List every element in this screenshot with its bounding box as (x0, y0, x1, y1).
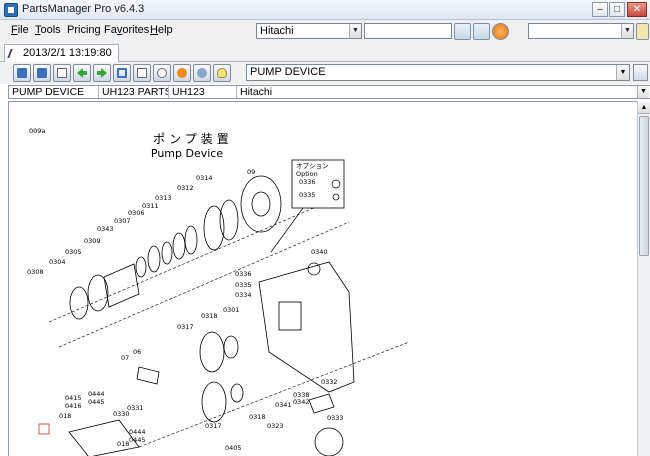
minimize-button[interactable]: – (592, 2, 608, 17)
settings-icon[interactable] (193, 64, 211, 82)
breadcrumb[interactable]: PUMP DEVICE UH123 PARTS UH123 Hitachi ▼ (8, 85, 650, 99)
callout-label[interactable]: 0318 (201, 312, 218, 320)
menu-help[interactable]: Help (150, 24, 173, 36)
callout-label[interactable]: 0318 (249, 413, 266, 421)
breadcrumb-item[interactable]: Hitachi (237, 86, 635, 98)
callout-label[interactable]: 0445 (129, 436, 146, 444)
menu-file[interactable]: File (11, 24, 29, 36)
document-select-value: PUMP DEVICE (250, 66, 326, 78)
callout-label[interactable]: 0317 (177, 323, 194, 331)
drawing-title-en: Pump Device (151, 147, 223, 160)
callout-label[interactable]: 0445 (88, 398, 105, 406)
option-label-en: Option (296, 170, 318, 178)
callout-label[interactable]: 0444 (129, 428, 146, 436)
back-arrow-icon[interactable] (73, 64, 91, 82)
filter-select[interactable]: ▼ (528, 23, 634, 39)
scroll-up-icon[interactable]: ▲ (638, 101, 650, 114)
document-select[interactable]: PUMP DEVICE ▼ (246, 64, 630, 81)
callout-label[interactable]: 0444 (88, 390, 105, 398)
callout-label[interactable]: 0308 (27, 268, 44, 276)
vertical-scrollbar[interactable]: ▲ (637, 101, 650, 456)
breadcrumb-item[interactable]: PUMP DEVICE (9, 86, 99, 98)
callout-label[interactable]: 0312 (177, 184, 194, 192)
tab-strip: 2013/2/1 13:19:80 (0, 42, 650, 62)
app-logo-icon (4, 3, 18, 17)
scrollbar-thumb[interactable] (639, 116, 649, 256)
option-label-jp: オプション (296, 162, 329, 170)
book-icon[interactable] (633, 64, 648, 81)
callout-label[interactable]: 0336 (299, 178, 316, 186)
printer-icon[interactable] (33, 64, 51, 82)
info-icon[interactable] (492, 23, 509, 40)
callout-label[interactable]: 0305 (65, 248, 82, 256)
brand-select[interactable]: Hitachi ▼ (256, 23, 362, 39)
callout-label[interactable]: 0313 (155, 194, 172, 202)
title-bar: PartsManager Pro v6.4.3 – □ ✕ (0, 0, 650, 20)
drawing-title-jp: ポンプ装置 (153, 132, 233, 146)
page-code: 009a (29, 127, 45, 135)
callout-label[interactable]: 0317 (205, 422, 222, 430)
chevron-down-icon[interactable]: ▼ (616, 65, 629, 80)
callout-label[interactable]: 0314 (196, 174, 213, 182)
breadcrumb-item[interactable]: UH123 PARTS (99, 86, 169, 98)
chevron-down-icon[interactable]: ▼ (349, 24, 361, 38)
page-icon[interactable] (133, 64, 151, 82)
breadcrumb-item[interactable]: UH123 (169, 86, 237, 98)
callout-label[interactable]: 09 (247, 168, 255, 176)
search-input[interactable] (364, 23, 452, 39)
callout-label[interactable]: 0304 (49, 258, 66, 266)
menu-favorites[interactable]: Favorites (104, 24, 149, 36)
callout-label[interactable]: 07 (121, 354, 129, 362)
parts-diagram[interactable]: 009a ポンプ装置 Pump Device オプション Option 09 0… (9, 102, 637, 456)
callout-label[interactable]: 0416 (65, 402, 82, 410)
chevron-down-icon[interactable]: ▼ (621, 24, 633, 38)
callout-label[interactable]: 0307 (114, 217, 131, 225)
info-icon[interactable] (173, 64, 191, 82)
callout-label[interactable]: 0332 (321, 378, 338, 386)
callout-label[interactable]: 0306 (128, 209, 145, 217)
callout-label[interactable]: 0405 (225, 444, 242, 452)
tab-label: 2013/2/1 13:19:80 (23, 47, 112, 59)
forward-arrow-icon[interactable] (93, 64, 111, 82)
callout-label[interactable]: 0335 (235, 281, 252, 289)
callout-label[interactable]: 0331 (127, 404, 144, 412)
callout-label[interactable]: 0335 (299, 191, 316, 199)
search-icon[interactable] (454, 23, 471, 40)
menu-pricing[interactable]: Pricing (67, 24, 101, 36)
document-icon[interactable] (53, 64, 71, 82)
callout-label[interactable]: 018 (59, 412, 71, 420)
menu-tools[interactable]: Tools (35, 24, 61, 36)
add-icon[interactable] (636, 23, 649, 40)
tab-session[interactable]: 2013/2/1 13:19:80 (4, 44, 119, 62)
callout-labels: 09 0314 0312 0313 0311 0306 0307 0343 03… (27, 168, 344, 452)
callout-label[interactable]: 0333 (327, 414, 344, 422)
close-button[interactable]: ✕ (627, 2, 647, 17)
zoom-icon[interactable] (153, 64, 171, 82)
hint-bulb-icon[interactable] (213, 64, 231, 82)
callout-label[interactable]: 0336 (235, 270, 252, 278)
callout-label[interactable]: 0342 (293, 398, 310, 406)
callout-label[interactable]: 0341 (275, 401, 292, 409)
callout-label[interactable]: 0415 (65, 394, 82, 402)
maximize-button[interactable]: □ (609, 2, 625, 17)
print-setup-icon[interactable] (13, 64, 31, 82)
callout-label[interactable]: 0323 (267, 422, 284, 430)
callout-label[interactable]: 0343 (97, 225, 114, 233)
callout-label[interactable]: 06 (133, 348, 141, 356)
drawing-viewport[interactable]: 009a ポンプ装置 Pump Device オプション Option 09 0… (8, 101, 637, 456)
tab-icon (7, 49, 21, 58)
callout-label[interactable]: 0334 (235, 291, 252, 299)
window-title: PartsManager Pro v6.4.3 (22, 3, 145, 15)
callout-label[interactable]: 0301 (223, 306, 240, 314)
callout-label[interactable]: 018 (117, 440, 129, 448)
zoom-fit-icon[interactable] (113, 64, 131, 82)
brand-select-value: Hitachi (260, 25, 294, 37)
callout-label[interactable]: 0309 (84, 237, 101, 245)
chevron-down-icon[interactable]: ▼ (637, 86, 649, 98)
callout-label[interactable]: 0340 (311, 248, 328, 256)
search-advanced-icon[interactable] (473, 23, 490, 40)
